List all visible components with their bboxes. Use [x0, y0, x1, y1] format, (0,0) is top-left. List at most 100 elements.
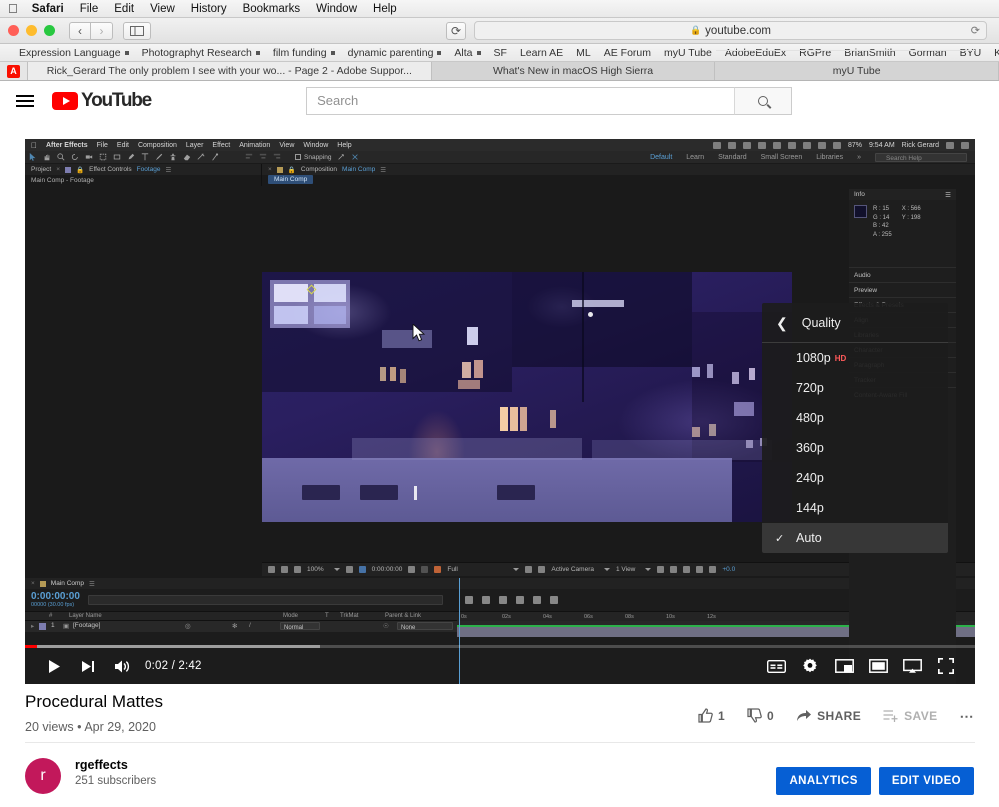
tab-composition[interactable]: Composition: [301, 166, 337, 173]
settings-button[interactable]: [793, 648, 827, 684]
cast-button[interactable]: [895, 648, 929, 684]
bookmark-photographyt-research[interactable]: Photographyt Research: [142, 47, 260, 59]
menu-safari[interactable]: Safari: [32, 3, 64, 15]
workspace-small-screen[interactable]: Small Screen: [761, 154, 803, 161]
captions-button[interactable]: [759, 648, 793, 684]
snap-arrow-icon[interactable]: [337, 153, 345, 161]
chevron-left-icon[interactable]: ❮: [776, 316, 788, 330]
workspace-default[interactable]: Default: [650, 154, 672, 161]
bookmark-ml[interactable]: ML: [576, 47, 591, 59]
workspace-overflow-icon[interactable]: »: [857, 154, 861, 161]
fast-previews-icon[interactable]: [670, 566, 678, 573]
minimize-window-button[interactable]: [26, 25, 37, 36]
quality-option-360p[interactable]: 360p: [762, 433, 948, 463]
play-button[interactable]: [37, 648, 71, 684]
fullscreen-button[interactable]: [929, 648, 963, 684]
share-button[interactable]: SHARE: [796, 709, 861, 723]
ae-menu-edit[interactable]: Edit: [117, 142, 129, 149]
ae-menu-view[interactable]: View: [279, 142, 294, 149]
snapping-checkbox[interactable]: [295, 154, 301, 160]
panel-menu-icon[interactable]: ☰: [89, 580, 95, 588]
menu-window[interactable]: Window: [316, 3, 357, 15]
back-button[interactable]: ‹: [69, 21, 91, 40]
ae-menu-window[interactable]: Window: [303, 142, 328, 149]
menu-history[interactable]: History: [191, 3, 227, 15]
toggle-transparency-icon[interactable]: [538, 566, 546, 573]
bookmarks-grid-icon[interactable]: [6, 48, 9, 58]
next-video-button[interactable]: [71, 648, 105, 684]
bookmark-myu-tube[interactable]: myU Tube: [664, 47, 712, 59]
quality-option-auto[interactable]: ✓ Auto: [762, 523, 948, 553]
sidebar-toggle-button[interactable]: [123, 21, 151, 40]
camera-tool-icon[interactable]: [85, 153, 93, 161]
apple-logo-icon[interactable]: : [8, 2, 18, 15]
quality-option-240p[interactable]: 240p: [762, 463, 948, 493]
layer-mode-dropdown[interactable]: Normal: [280, 622, 320, 631]
layer-adjustment-icon[interactable]: /: [249, 622, 251, 629]
menu-view[interactable]: View: [150, 3, 175, 15]
graph-editor-icon[interactable]: [549, 596, 558, 604]
analytics-button[interactable]: ANALYTICS: [776, 767, 871, 795]
hamburger-icon[interactable]: [16, 92, 34, 110]
bookmark-learn-ae[interactable]: Learn AE: [520, 47, 563, 59]
panel-menu-icon[interactable]: ☰: [945, 191, 951, 199]
youtube-logo[interactable]: YouTube: [52, 90, 152, 112]
region-of-interest-icon[interactable]: [345, 566, 353, 573]
bookmark-dynamic-parenting[interactable]: dynamic parenting: [348, 47, 442, 59]
browser-tab-adobe-support[interactable]: Rick_Gerard The only problem I see with …: [28, 62, 432, 80]
toggle-transparency-grid-icon[interactable]: [268, 566, 275, 573]
miniplayer-button[interactable]: [827, 648, 861, 684]
channel-name[interactable]: rgeffects: [75, 758, 156, 772]
rotation-tool-icon[interactable]: [71, 153, 79, 161]
frame-blending-icon[interactable]: [515, 596, 524, 604]
live-update-icon[interactable]: [464, 596, 473, 604]
bookmark-adobeeduex[interactable]: AdobeEduEx: [725, 47, 786, 59]
quality-option-480p[interactable]: 480p: [762, 403, 948, 433]
grid-guides-icon[interactable]: [358, 566, 366, 573]
layer-visibility-icon[interactable]: ◎: [185, 622, 191, 630]
quality-option-144p[interactable]: 144p: [762, 493, 948, 523]
panel-audio[interactable]: Audio: [849, 266, 956, 282]
bookmark-film-funding[interactable]: film funding: [273, 47, 335, 59]
comp-flowchart-icon[interactable]: [696, 566, 704, 573]
forward-button[interactable]: ›: [91, 21, 113, 40]
resolution-dropdown[interactable]: Full: [447, 566, 520, 573]
ae-menu-composition[interactable]: Composition: [138, 142, 177, 149]
ae-search-help-input[interactable]: Search Help: [875, 152, 967, 162]
menu-edit[interactable]: Edit: [114, 3, 134, 15]
search-input[interactable]: Search: [306, 86, 735, 115]
parent-pickwhip-icon[interactable]: ☉: [383, 622, 389, 630]
workspace-libraries[interactable]: Libraries: [816, 154, 843, 161]
menu-help[interactable]: Help: [373, 3, 397, 15]
browser-tab-myu-tube[interactable]: myU Tube: [715, 62, 999, 80]
menu-file[interactable]: File: [80, 3, 99, 15]
composition-viewer[interactable]: [262, 272, 792, 522]
reload-button[interactable]: ⟳: [446, 21, 466, 40]
camera-dropdown[interactable]: Active Camera: [551, 566, 610, 573]
bookmark-alta[interactable]: Alta: [454, 47, 481, 59]
ae-menu-help[interactable]: Help: [337, 142, 351, 149]
quality-option-1080p[interactable]: 1080p HD: [762, 343, 948, 373]
panel-menu-icon[interactable]: ☰: [380, 166, 386, 174]
ae-menu-layer[interactable]: Layer: [186, 142, 204, 149]
snap-grid-icon[interactable]: [351, 153, 359, 161]
toggle-rulers-icon[interactable]: [294, 566, 301, 573]
dislike-button[interactable]: 0: [747, 708, 774, 723]
rectangle-tool-icon[interactable]: [113, 153, 121, 161]
bookmark-briansmith[interactable]: BrianSmith: [844, 47, 895, 59]
brush-tool-icon[interactable]: [155, 153, 163, 161]
more-actions-button[interactable]: ⋯: [960, 709, 976, 723]
search-submit-button[interactable]: [734, 86, 793, 115]
bookmark-rgpre[interactable]: RGPre: [799, 47, 831, 59]
pan-behind-tool-icon[interactable]: [99, 153, 107, 161]
workspace-standard[interactable]: Standard: [718, 154, 746, 161]
exposure-value[interactable]: +0.0: [722, 566, 735, 573]
panel-menu-icon[interactable]: ☰: [166, 166, 172, 174]
snapshot-camera-icon[interactable]: [408, 566, 416, 573]
toggle-mask-paths-icon[interactable]: [281, 566, 288, 573]
toggle-view-masks-icon[interactable]: [525, 566, 533, 573]
bookmark-gorman[interactable]: Gorman: [909, 47, 947, 59]
video-player[interactable]:  After Effects File Edit Composition La…: [25, 139, 975, 684]
exposure-gear-icon[interactable]: [709, 566, 717, 573]
theater-mode-button[interactable]: [861, 648, 895, 684]
